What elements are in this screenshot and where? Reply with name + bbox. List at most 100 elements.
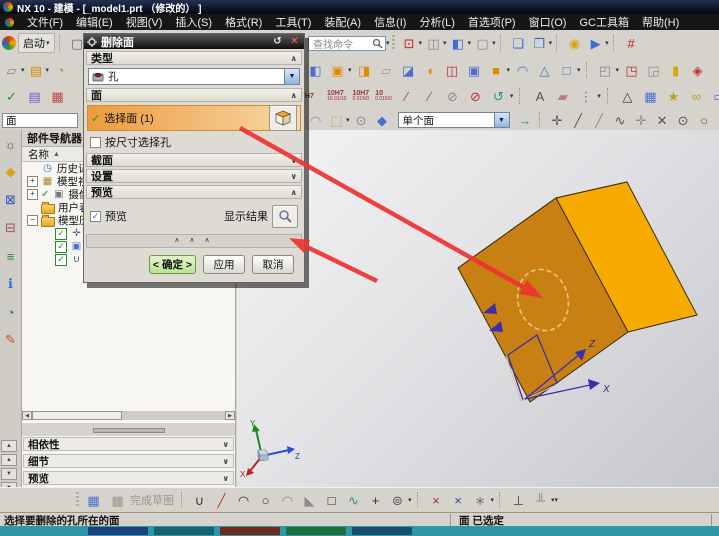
swept-icon[interactable]: ◪ [399,61,418,79]
scoop-icon[interactable]: ◖ [421,61,440,79]
apply-filter-icon[interactable]: → [516,111,535,129]
tol-fit-upper-icon[interactable]: 10H710.01/10 [326,90,347,102]
fit-view-icon-dropdown[interactable]: ▾ [419,39,423,47]
sphere-icon[interactable]: △ [535,61,554,79]
offset-curve-icon[interactable]: ⊚ [388,491,407,509]
tree-checkbox[interactable]: ✓ [55,228,67,240]
apply-button[interactable]: 应用 [203,255,245,274]
orient-view-icon[interactable]: ◫ [424,34,443,52]
touch-mode-icon[interactable]: ◔ [51,61,70,79]
offset-curve-icon-dropdown[interactable]: ▾ [408,496,412,504]
snap-midpoint-icon[interactable]: ╱ [590,111,609,129]
window-new-icon-dropdown[interactable]: ▾ [549,39,553,47]
move-face-icon[interactable]: ◰ [596,61,615,79]
block-icon[interactable]: ■ [487,61,506,79]
trim-body-icon[interactable]: ◫ [443,61,462,79]
dialog-titlebar[interactable]: 删除面 ↺ ✕ [84,34,304,49]
scroll-up2-icon[interactable]: ▲ [1,454,17,466]
pull-face-icon[interactable]: ◲ [644,61,663,79]
selection-scope-combo[interactable]: 单个面 ▼ [398,112,510,128]
ordinate-icon[interactable]: ⋮ [576,87,595,105]
window-new-icon[interactable]: ❐ [530,34,549,52]
rectangle-icon[interactable]: □ [322,491,341,509]
tol-fit-lower-icon[interactable]: 10H70.015/0 [351,90,370,102]
chamfer-icon[interactable]: ◣ [300,491,319,509]
no-dia-red-icon[interactable]: ⊘ [466,87,485,105]
menu-item-9[interactable]: 分析(L) [419,14,454,30]
snap-intersect-icon[interactable]: ✕ [653,111,672,129]
move-face-icon-dropdown[interactable]: ▾ [616,66,620,74]
replay-icon[interactable]: ▶ [586,34,605,52]
render-style-icon-dropdown[interactable]: ▾ [468,39,472,47]
sheet-icon[interactable]: ▱ [377,61,396,79]
unite-icon[interactable]: ▣ [465,61,484,79]
find-command-box[interactable]: 查找命令 [308,36,386,51]
finish-sketch-button[interactable]: ▩ 完成草图 [105,491,177,509]
snap-center-icon[interactable]: ⊙ [674,111,693,129]
section-cross[interactable]: 截面 ∨ [86,153,302,167]
ok-button[interactable]: < 确定 > [149,255,196,274]
bend-sheet-icon[interactable]: ◠ [513,61,532,79]
materials-pencil-icon[interactable]: ✎ [2,331,20,349]
tree-expander-icon[interactable]: + [27,189,38,200]
chevron-down-icon[interactable]: ▼ [284,69,299,84]
panel-2[interactable]: 细节∨ [23,454,234,468]
wireframe-cube-icon-dropdown[interactable]: ▾ [577,66,581,74]
resize-blend-icon[interactable]: ▮ [666,61,685,79]
panel-3[interactable]: 预览∨ [23,471,234,485]
select-face-row[interactable]: ✓ 选择面 (1) [87,105,301,131]
menu-item-7[interactable]: 装配(A) [324,14,361,30]
marquee-select-icon[interactable]: ⬚ [327,111,346,129]
make-symmetric-icon[interactable]: ╨ [531,491,550,509]
snap-point-icon[interactable]: + [716,111,719,129]
part-navigator-tab-icon[interactable]: ⊟ [2,219,20,237]
window-cascade-icon[interactable]: ❏ [509,34,528,52]
snap-curve-icon[interactable]: ∿ [611,111,630,129]
menu-item-6[interactable]: 工具(T) [275,14,311,30]
part-book-icon-dropdown[interactable]: ▾ [46,66,50,74]
roles-gear-icon[interactable]: ☼ [2,135,20,153]
section-settings[interactable]: 设置 ∨ [86,169,302,183]
menu-item-13[interactable]: 帮助(H) [642,14,679,30]
chevron-down-icon[interactable]: ▼ [494,113,509,127]
dialog-close-icon[interactable]: ✕ [288,36,301,48]
polyline-icon[interactable]: ∿ [344,491,363,509]
snap-circle-icon[interactable]: ○ [695,111,714,129]
type-filter-input[interactable]: 面 [2,113,78,128]
extrude-icon[interactable]: ▣ [328,61,347,79]
taper-dim-icon[interactable]: ∕ [420,87,439,105]
gc-sheet-icon[interactable]: ▭ [710,87,719,105]
view-triad[interactable]: Y Z X [240,419,300,479]
menu-item-1[interactable]: 文件(F) [27,14,63,30]
tree-expander-icon[interactable]: − [27,215,38,226]
constraints-display-icon[interactable]: # [622,34,641,52]
search-dropdown-icon[interactable]: ▾ [386,39,390,47]
view-background-icon[interactable]: ▢ [473,34,492,52]
fit-view-icon[interactable]: ⊡ [400,34,419,52]
view-background-icon-dropdown[interactable]: ▾ [492,39,496,47]
render-style-icon[interactable]: ◧ [449,34,468,52]
menu-item-3[interactable]: 视图(V) [126,14,163,30]
extrude-icon-dropdown[interactable]: ▾ [348,66,352,74]
role-key-icon[interactable]: ◉ [565,34,584,52]
assembly-navigator-icon[interactable]: ◆ [2,163,20,181]
replay-icon-dropdown[interactable]: ▾ [605,39,609,47]
gc-gears-icon[interactable]: ∞ [687,87,706,105]
os-taskbar[interactable] [0,526,719,536]
section-preview[interactable]: 预览 ∧ [86,185,302,199]
eraser-icon[interactable]: ▰ [553,87,572,105]
menu-item-4[interactable]: 插入(S) [175,14,212,30]
orient-view-icon-dropdown[interactable]: ▾ [443,39,447,47]
web-browser-icon[interactable]: ℹ [2,275,20,293]
no-dia-gray-icon[interactable]: ⊘ [443,87,462,105]
arc-icon[interactable]: ◠ [234,491,253,509]
shaded-pick-icon[interactable]: ◆ [373,111,392,129]
panel-splitter[interactable] [22,422,235,436]
block-icon-dropdown[interactable]: ▾ [507,66,511,74]
limits-fits-icon[interactable]: H7 [304,93,322,100]
quick-trim-icon[interactable]: × [427,491,446,509]
geometric-constraints-icon[interactable]: ⊥ [509,491,528,509]
show-result-button[interactable] [272,205,298,228]
undo-dim-icon[interactable]: ↺ [489,87,508,105]
taskbar-window-5[interactable] [352,527,412,535]
